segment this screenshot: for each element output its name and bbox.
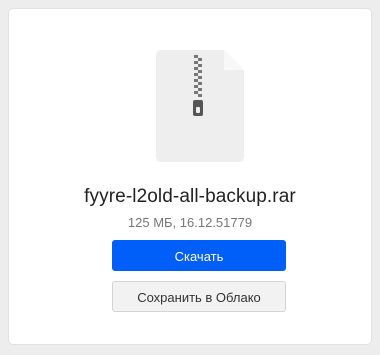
file-preview-card: fyyre-l2old-all-backup.rar 125 МБ, 16.12… <box>9 9 371 344</box>
file-name: fyyre-l2old-all-backup.rar <box>84 186 296 207</box>
archive-file-icon <box>156 50 244 162</box>
save-to-cloud-button[interactable]: Сохранить в Облако <box>112 281 286 312</box>
file-meta: 125 МБ, 16.12.51779 <box>127 215 253 230</box>
download-button[interactable]: Скачать <box>112 240 286 271</box>
